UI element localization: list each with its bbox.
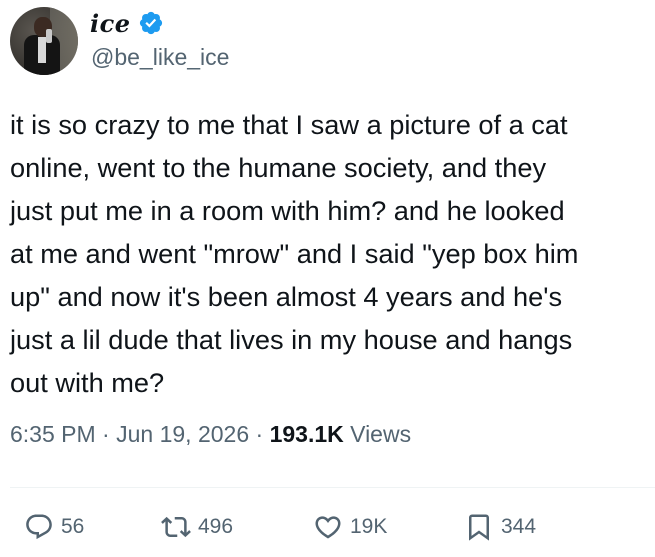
tweet-text: it is so crazy to me that I saw a pictur… <box>10 103 650 404</box>
tweet-date[interactable]: Jun 19, 2026 <box>116 421 249 447</box>
bookmark-button[interactable]: 344 <box>464 505 536 549</box>
like-icon <box>315 516 341 539</box>
avatar[interactable] <box>10 7 78 75</box>
retweet-count: 496 <box>198 515 234 538</box>
tweet-text-line: out with me? <box>10 367 165 398</box>
divider <box>10 487 655 488</box>
tweet-time[interactable]: 6:35 PM <box>10 421 96 447</box>
meta-separator: · <box>95 421 117 447</box>
views-label[interactable]: Views <box>344 421 411 447</box>
meta-separator: · <box>249 421 270 447</box>
like-count: 19K <box>350 515 388 538</box>
retweet-icon <box>161 516 191 538</box>
verified-badge-icon[interactable] <box>138 10 164 36</box>
tweet-text-line: it is so crazy to me that I saw a pictur… <box>10 109 568 140</box>
author-display-name[interactable]: ice <box>90 9 131 38</box>
tweet-meta: 6:35 PM · Jun 19, 2026 · 193.1K Views <box>10 421 411 448</box>
author-handle[interactable]: @be_like_ice <box>91 44 229 71</box>
tweet-text-line: just put me in a room with him? and he l… <box>10 195 565 226</box>
reply-icon <box>26 514 52 540</box>
tweet-actions: 56 496 19K 344 <box>0 505 655 549</box>
reply-button[interactable]: 56 <box>24 505 84 549</box>
reply-count: 56 <box>61 515 85 538</box>
tweet-text-line: online, went to the humane society, and … <box>10 152 547 183</box>
views-count[interactable]: 193.1K <box>270 421 344 447</box>
author-name-row: ice <box>90 6 164 40</box>
tweet-text-line: at me and went "mrow" and I said "yep bo… <box>10 238 579 269</box>
like-button[interactable]: 19K <box>313 505 387 549</box>
tweet-text-line: up" and now it's been almost 4 years and… <box>10 281 563 312</box>
bookmark-icon <box>469 514 489 541</box>
bookmark-count: 344 <box>501 515 537 538</box>
tweet-text-line: just a lil dude that lives in my house a… <box>10 324 573 355</box>
retweet-button[interactable]: 496 <box>161 505 233 549</box>
